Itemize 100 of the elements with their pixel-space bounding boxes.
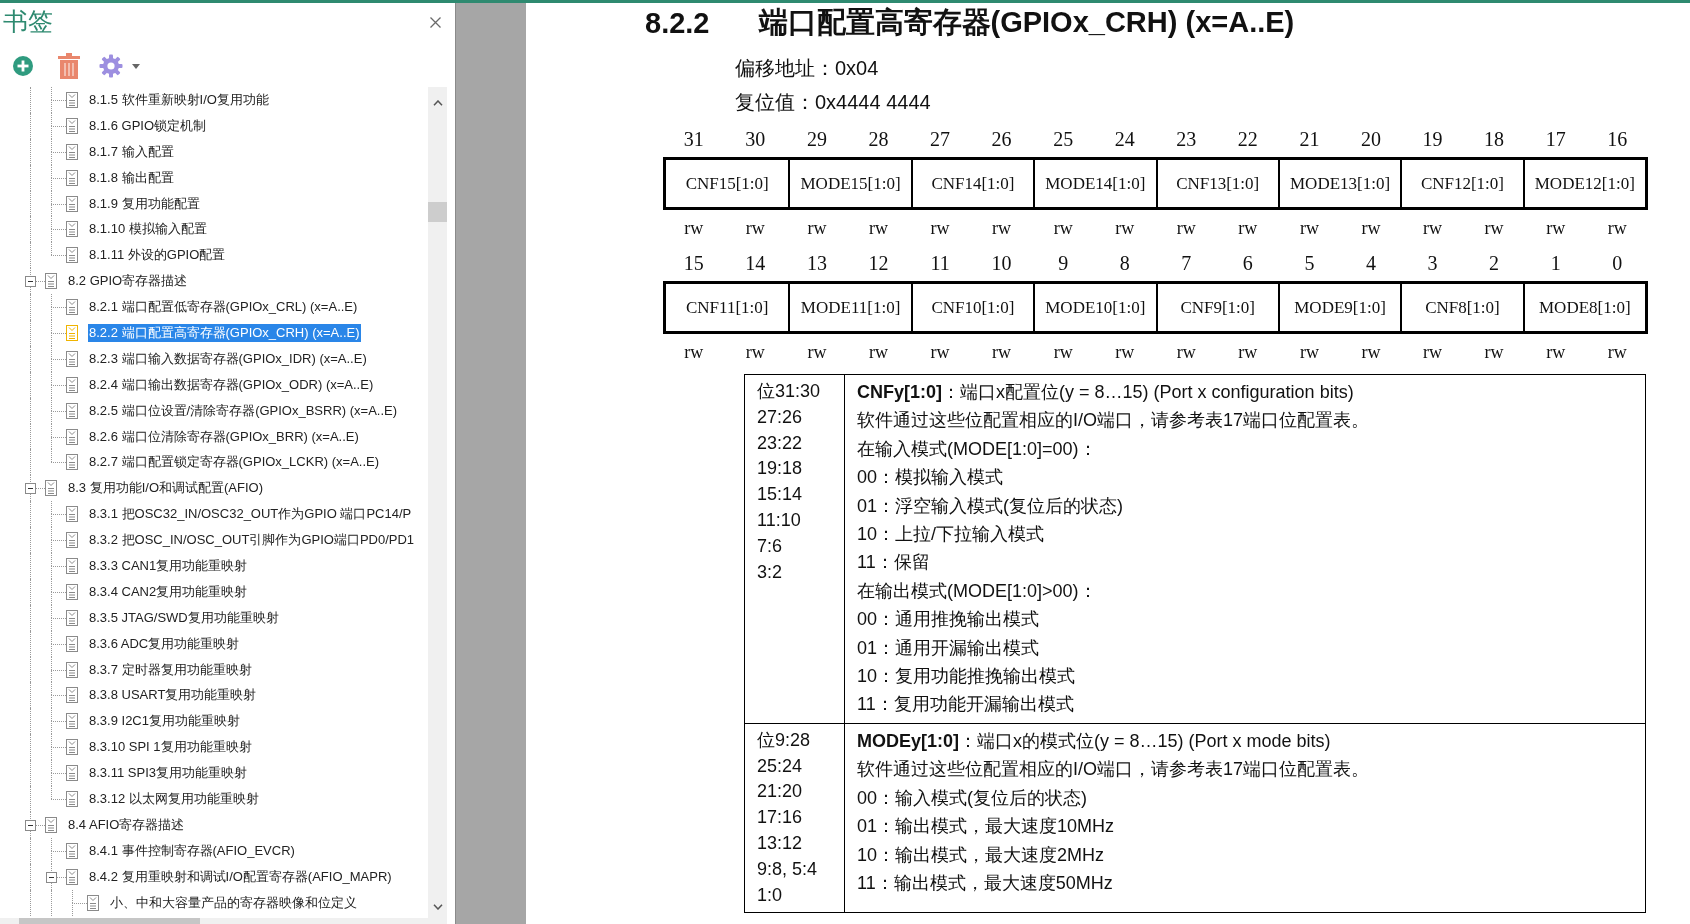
- bit-number: 8: [1119, 251, 1130, 276]
- bookmark-page-icon: [66, 402, 78, 419]
- bookmark-item[interactable]: 8.3.3 CAN1复用功能重映射: [88, 556, 249, 575]
- bookmark-item[interactable]: 8.3.9 I2C1复用功能重映射: [88, 712, 241, 731]
- access-type: rw: [807, 217, 827, 240]
- dropdown-caret-icon[interactable]: [132, 63, 140, 69]
- bit-range: 7:6: [757, 534, 784, 558]
- vertical-scrollbar[interactable]: [428, 87, 447, 918]
- bookmark-item[interactable]: 8.3.4 CAN2复用功能重映射: [88, 582, 249, 601]
- register-field: MODE11[1:0]: [788, 284, 911, 331]
- bit-number: 6: [1242, 251, 1253, 276]
- bookmark-item[interactable]: 8.2.4 端口输出数据寄存器(GPIOx_ODR) (x=A..E): [88, 375, 375, 394]
- bookmark-item[interactable]: 8.3.6 ADC复用功能重映射: [88, 634, 241, 653]
- bookmark-item[interactable]: 8.3.12 以太网复用功能重映射: [88, 790, 260, 808]
- bit-number: 27: [930, 127, 951, 152]
- bit-number: 1: [1550, 251, 1561, 276]
- bookmark-item[interactable]: 8.2.2 端口配置高寄存器(GPIOx_CRH) (x=A..E): [88, 323, 361, 342]
- bookmark-item[interactable]: 8.3.5 JTAG/SWD复用功能重映射: [88, 608, 280, 627]
- bit-number: 14: [745, 251, 766, 276]
- bit-range: 位9:28: [757, 728, 812, 752]
- bookmark-page-icon: [66, 169, 78, 186]
- bookmark-item[interactable]: 8.2.1 端口配置低寄存器(GPIOx_CRL) (x=A..E): [88, 298, 359, 317]
- bookmark-item[interactable]: 8.2.5 端口位设置/清除寄存器(GPIOx_BSRR) (x=A..E): [88, 401, 399, 420]
- bookmark-item[interactable]: 8.1.11 外设的GPIO配置: [88, 246, 227, 265]
- description-text: 00：模拟输入模式: [857, 466, 1005, 490]
- access-type: rw: [1361, 341, 1381, 364]
- bookmark-page-icon: [66, 842, 78, 859]
- bookmark-item[interactable]: 8.3.11 SPI3复用功能重映射: [88, 764, 248, 783]
- bookmark-page-icon: [66, 221, 78, 238]
- bookmark-item[interactable]: 8.2.7 端口配置锁定寄存器(GPIOx_LCKR) (x=A..E): [88, 453, 381, 472]
- access-type: rw: [1176, 341, 1196, 364]
- minus-box-icon[interactable]: [46, 871, 57, 883]
- bookmark-item[interactable]: 8.4.2 复用重映射和调试I/O配置寄存器(AFIO_MAPR): [88, 867, 393, 886]
- bookmark-item[interactable]: 8.3.10 SPI 1复用功能重映射: [88, 738, 253, 757]
- trash-icon[interactable]: [58, 53, 80, 79]
- description-text: 01：通用开漏输出模式: [857, 636, 1041, 660]
- bookmark-page-icon: [45, 480, 57, 497]
- minus-box-icon[interactable]: [25, 276, 36, 288]
- bookmark-page-icon: [45, 816, 57, 833]
- access-type: rw: [807, 341, 827, 364]
- bit-number: 9: [1058, 251, 1069, 276]
- plus-circle-icon[interactable]: [13, 56, 33, 76]
- access-type: rw: [1423, 341, 1443, 364]
- bit-range: 13:12: [757, 832, 804, 856]
- bookmark-item[interactable]: 8.2.6 端口位清除寄存器(GPIOx_BRR) (x=A..E): [88, 427, 360, 446]
- bookmark-item[interactable]: 8.3.8 USART复用功能重映射: [88, 686, 258, 705]
- bookmark-item[interactable]: 8.2.3 端口输入数据寄存器(GPIOx_IDR) (x=A..E): [88, 349, 368, 368]
- bookmark-item[interactable]: 8.1.5 软件重新映射I/O复用功能: [88, 90, 270, 109]
- description-text: 软件通过这些位配置相应的I/O端口，请参考表17端口位配置表。: [857, 758, 1371, 782]
- access-type: rw: [868, 217, 888, 240]
- minus-box-icon[interactable]: [25, 483, 36, 495]
- bookmark-item[interactable]: 8.1.7 输入配置: [88, 142, 175, 161]
- access-type: rw: [992, 341, 1012, 364]
- minus-box-icon[interactable]: [25, 819, 36, 831]
- bookmark-item[interactable]: 8.3.7 定时器复用功能重映射: [88, 660, 253, 679]
- access-type: rw: [684, 341, 704, 364]
- access-type: rw: [930, 217, 950, 240]
- register-field: CNF8[1:0]: [1400, 284, 1523, 331]
- reset-value-text: 复位值：0x4444 4444: [734, 90, 932, 115]
- bit-number: 23: [1176, 127, 1197, 152]
- chevron-up-icon[interactable]: [432, 100, 443, 106]
- bookmark-page-icon: [66, 532, 78, 549]
- description-text: 01：浮空输入模式(复位后的状态): [857, 494, 1124, 518]
- bookmark-item[interactable]: 8.3 复用功能I/O和调试配置(AFIO): [67, 479, 264, 498]
- bit-range: 17:16: [757, 806, 804, 830]
- bookmark-item[interactable]: 8.1.9 复用功能配置: [88, 194, 201, 213]
- section-number: 8.2.2: [645, 6, 710, 40]
- description-text: 10：上拉/下拉输入模式: [857, 523, 1046, 547]
- bit-number: 25: [1053, 127, 1074, 152]
- horizontal-scrollbar[interactable]: [0, 918, 447, 924]
- access-type: rw: [1238, 217, 1258, 240]
- bookmark-item[interactable]: 8.1.10 模拟输入配置: [88, 220, 208, 239]
- register-field: MODE14[1:0]: [1033, 160, 1156, 207]
- section-title: 端口配置高寄存器(GPIOx_CRH) (x=A..E): [758, 5, 1295, 40]
- bookmark-item[interactable]: 8.1.6 GPIO锁定机制: [88, 116, 208, 135]
- bookmark-item[interactable]: 8.3.2 把OSC_IN/OSC_OUT引脚作为GPIO端口PD0/PD1: [88, 531, 416, 550]
- bookmark-item[interactable]: 8.3.1 把OSC32_IN/OSC32_OUT作为GPIO 端口PC14/P: [88, 505, 413, 524]
- bookmark-item[interactable]: 8.4 AFIO寄存器描述: [67, 815, 186, 834]
- bookmark-item[interactable]: 8.1.8 输出配置: [88, 168, 175, 187]
- scrollbar-thumb[interactable]: [428, 202, 447, 222]
- bit-number: 4: [1365, 251, 1376, 276]
- bookmark-page-icon: [66, 428, 78, 445]
- description-text: 01：输出模式，最大速度10MHz: [857, 815, 1116, 839]
- bit-number: 28: [868, 127, 889, 152]
- scrollbar-thumb[interactable]: [19, 918, 200, 924]
- bookmark-item[interactable]: 小、中和大容量产品的寄存器映像和位定义: [109, 893, 358, 912]
- register-field: MODE10[1:0]: [1033, 284, 1156, 331]
- chevron-down-icon[interactable]: [432, 904, 443, 910]
- bookmark-page-icon: [66, 765, 78, 782]
- bit-number: 13: [806, 251, 827, 276]
- access-type: rw: [930, 341, 950, 364]
- bookmark-item[interactable]: 8.4.1 事件控制寄存器(AFIO_EVCR): [88, 841, 296, 860]
- bookmark-page-icon: [66, 609, 78, 626]
- register-field: MODE15[1:0]: [788, 160, 911, 207]
- bit-number: 21: [1299, 127, 1320, 152]
- bit-number: 11: [930, 251, 950, 276]
- bookmark-item[interactable]: 8.2 GPIO寄存器描述: [67, 272, 189, 291]
- access-type: rw: [684, 217, 704, 240]
- close-icon[interactable]: [430, 16, 441, 28]
- bit-number: 22: [1237, 127, 1258, 152]
